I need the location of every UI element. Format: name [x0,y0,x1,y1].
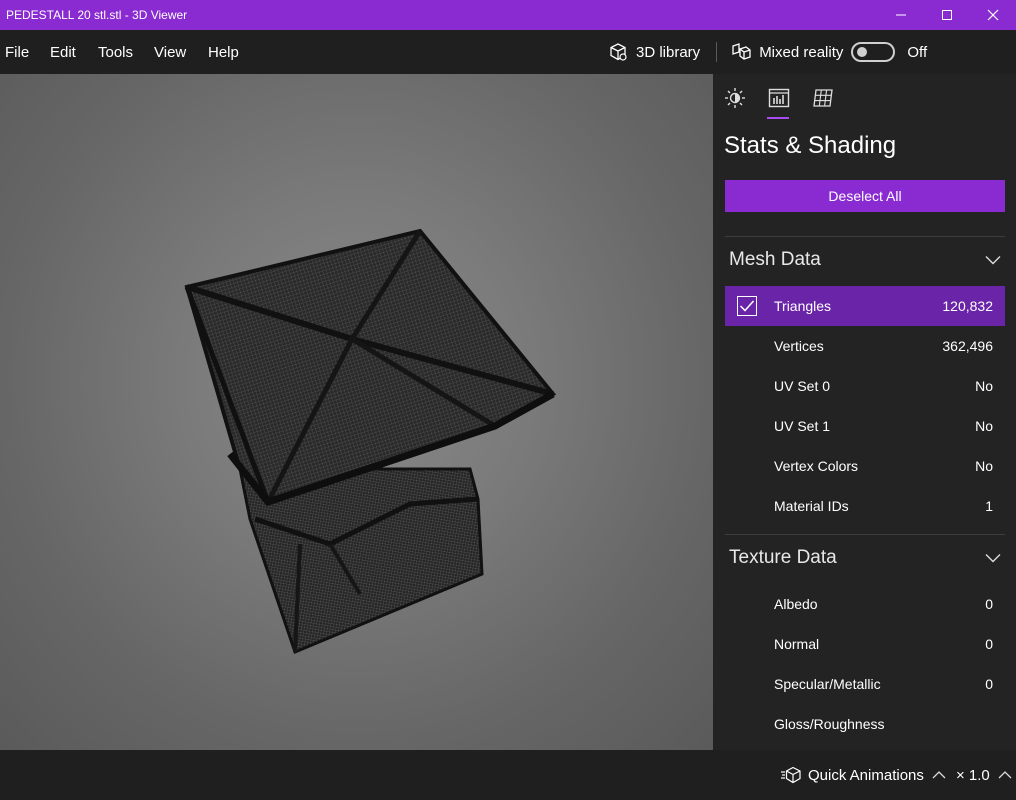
mesh-data-header[interactable]: Mesh Data [729,240,1001,280]
active-tab-indicator [767,117,789,119]
section-divider [725,534,1005,535]
deselect-all-button[interactable]: Deselect All [725,180,1005,212]
grid-icon [813,89,833,107]
row-label: Normal [774,636,820,652]
stats-icon [768,88,790,108]
cube-icon [610,43,627,61]
menu-view[interactable]: View [154,44,186,61]
panel-title: Stats & Shading [724,132,897,159]
texture-data-header[interactable]: Texture Data [729,538,1001,578]
tab-lighting[interactable] [723,86,747,110]
triangles-checkbox[interactable] [737,296,757,316]
row-value: 0 [985,676,993,692]
row-value: No [975,378,993,394]
animation-cube-icon [781,766,801,784]
menu-tools[interactable]: Tools [98,44,133,61]
mesh-row-vertices[interactable]: Vertices 362,496 [725,326,1005,366]
chevron-down-icon [985,554,1001,563]
row-label: Triangles [774,298,832,314]
close-button[interactable] [970,0,1016,30]
mesh-data-title: Mesh Data [729,249,821,270]
panel-tabs [713,74,1016,120]
row-label: Gloss/Roughness [774,716,885,732]
checkmark-icon [739,300,755,312]
stats-panel: Stats & Shading Deselect All Mesh Data T… [713,74,1016,750]
row-label: Vertices [774,338,824,354]
row-value: 362,496 [942,338,993,354]
row-label: Albedo [774,596,818,612]
bottom-bar: Quick Animations × 1.0 [0,750,1016,800]
mesh-row-triangles[interactable]: Triangles 120,832 [725,286,1005,326]
minimize-button[interactable] [878,0,924,30]
tab-stats-shading[interactable] [767,86,791,110]
row-label: UV Set 1 [774,418,831,434]
mixed-reality-button[interactable]: Mixed reality [731,42,843,62]
maximize-icon [942,10,952,20]
menu-edit[interactable]: Edit [50,44,76,61]
row-value: 1 [985,498,993,514]
mixed-reality-icon [732,43,751,60]
chevron-up-icon [932,771,946,779]
texture-row-specular-metallic[interactable]: Specular/Metallic 0 [725,664,1005,704]
mesh-row-vertex-colors[interactable]: Vertex Colors No [725,446,1005,486]
animation-speed-button[interactable]: × 1.0 [956,750,1012,800]
mesh-row-material-ids[interactable]: Material IDs 1 [725,486,1005,526]
mixed-reality-label: Mixed reality [759,43,844,61]
texture-row-albedo[interactable]: Albedo 0 [725,584,1005,624]
3d-library-button[interactable]: 3D library [608,42,700,62]
row-value: 0 [985,596,993,612]
texture-row-normal[interactable]: Normal 0 [725,624,1005,664]
row-value: No [975,458,993,474]
row-label: Specular/Metallic [774,676,881,692]
row-value: No [975,418,993,434]
menu-bar: File Edit Tools View Help 3D library Mix… [0,30,1016,74]
quick-animations-label: Quick Animations [808,766,924,784]
row-label: Vertex Colors [774,458,859,474]
window-title: PEDESTALL 20 stl.stl - 3D Viewer [6,8,188,22]
mesh-row-uv-set-1[interactable]: UV Set 1 No [725,406,1005,446]
minimize-icon [896,14,906,16]
close-icon [987,9,999,21]
quick-animations-button[interactable]: Quick Animations [780,750,952,800]
mesh-row-uv-set-0[interactable]: UV Set 0 No [725,366,1005,406]
chevron-up-icon [998,771,1012,779]
row-label: UV Set 0 [774,378,831,394]
chevron-down-icon [985,256,1001,265]
title-bar: PEDESTALL 20 stl.stl - 3D Viewer [0,0,1016,30]
menu-help[interactable]: Help [208,44,239,61]
mixed-reality-toggle[interactable] [851,42,896,62]
maximize-button[interactable] [924,0,970,30]
texture-data-title: Texture Data [729,547,837,568]
section-divider [725,236,1005,237]
toolbar-separator [716,42,718,62]
texture-row-gloss-roughness[interactable]: Gloss/Roughness [725,704,1005,744]
tab-grid[interactable] [811,86,835,110]
row-value: 0 [985,636,993,652]
menu-file[interactable]: File [5,44,29,61]
row-label: Material IDs [774,498,849,514]
toggle-state-label: Off [907,43,928,61]
toggle-knob [857,47,868,57]
row-value: 120,832 [942,298,993,314]
wireframe-model [184,228,557,655]
3d-viewport[interactable] [0,74,713,750]
sun-icon [725,88,745,108]
animation-speed-label: × 1.0 [956,766,990,784]
3d-library-label: 3D library [636,43,701,61]
